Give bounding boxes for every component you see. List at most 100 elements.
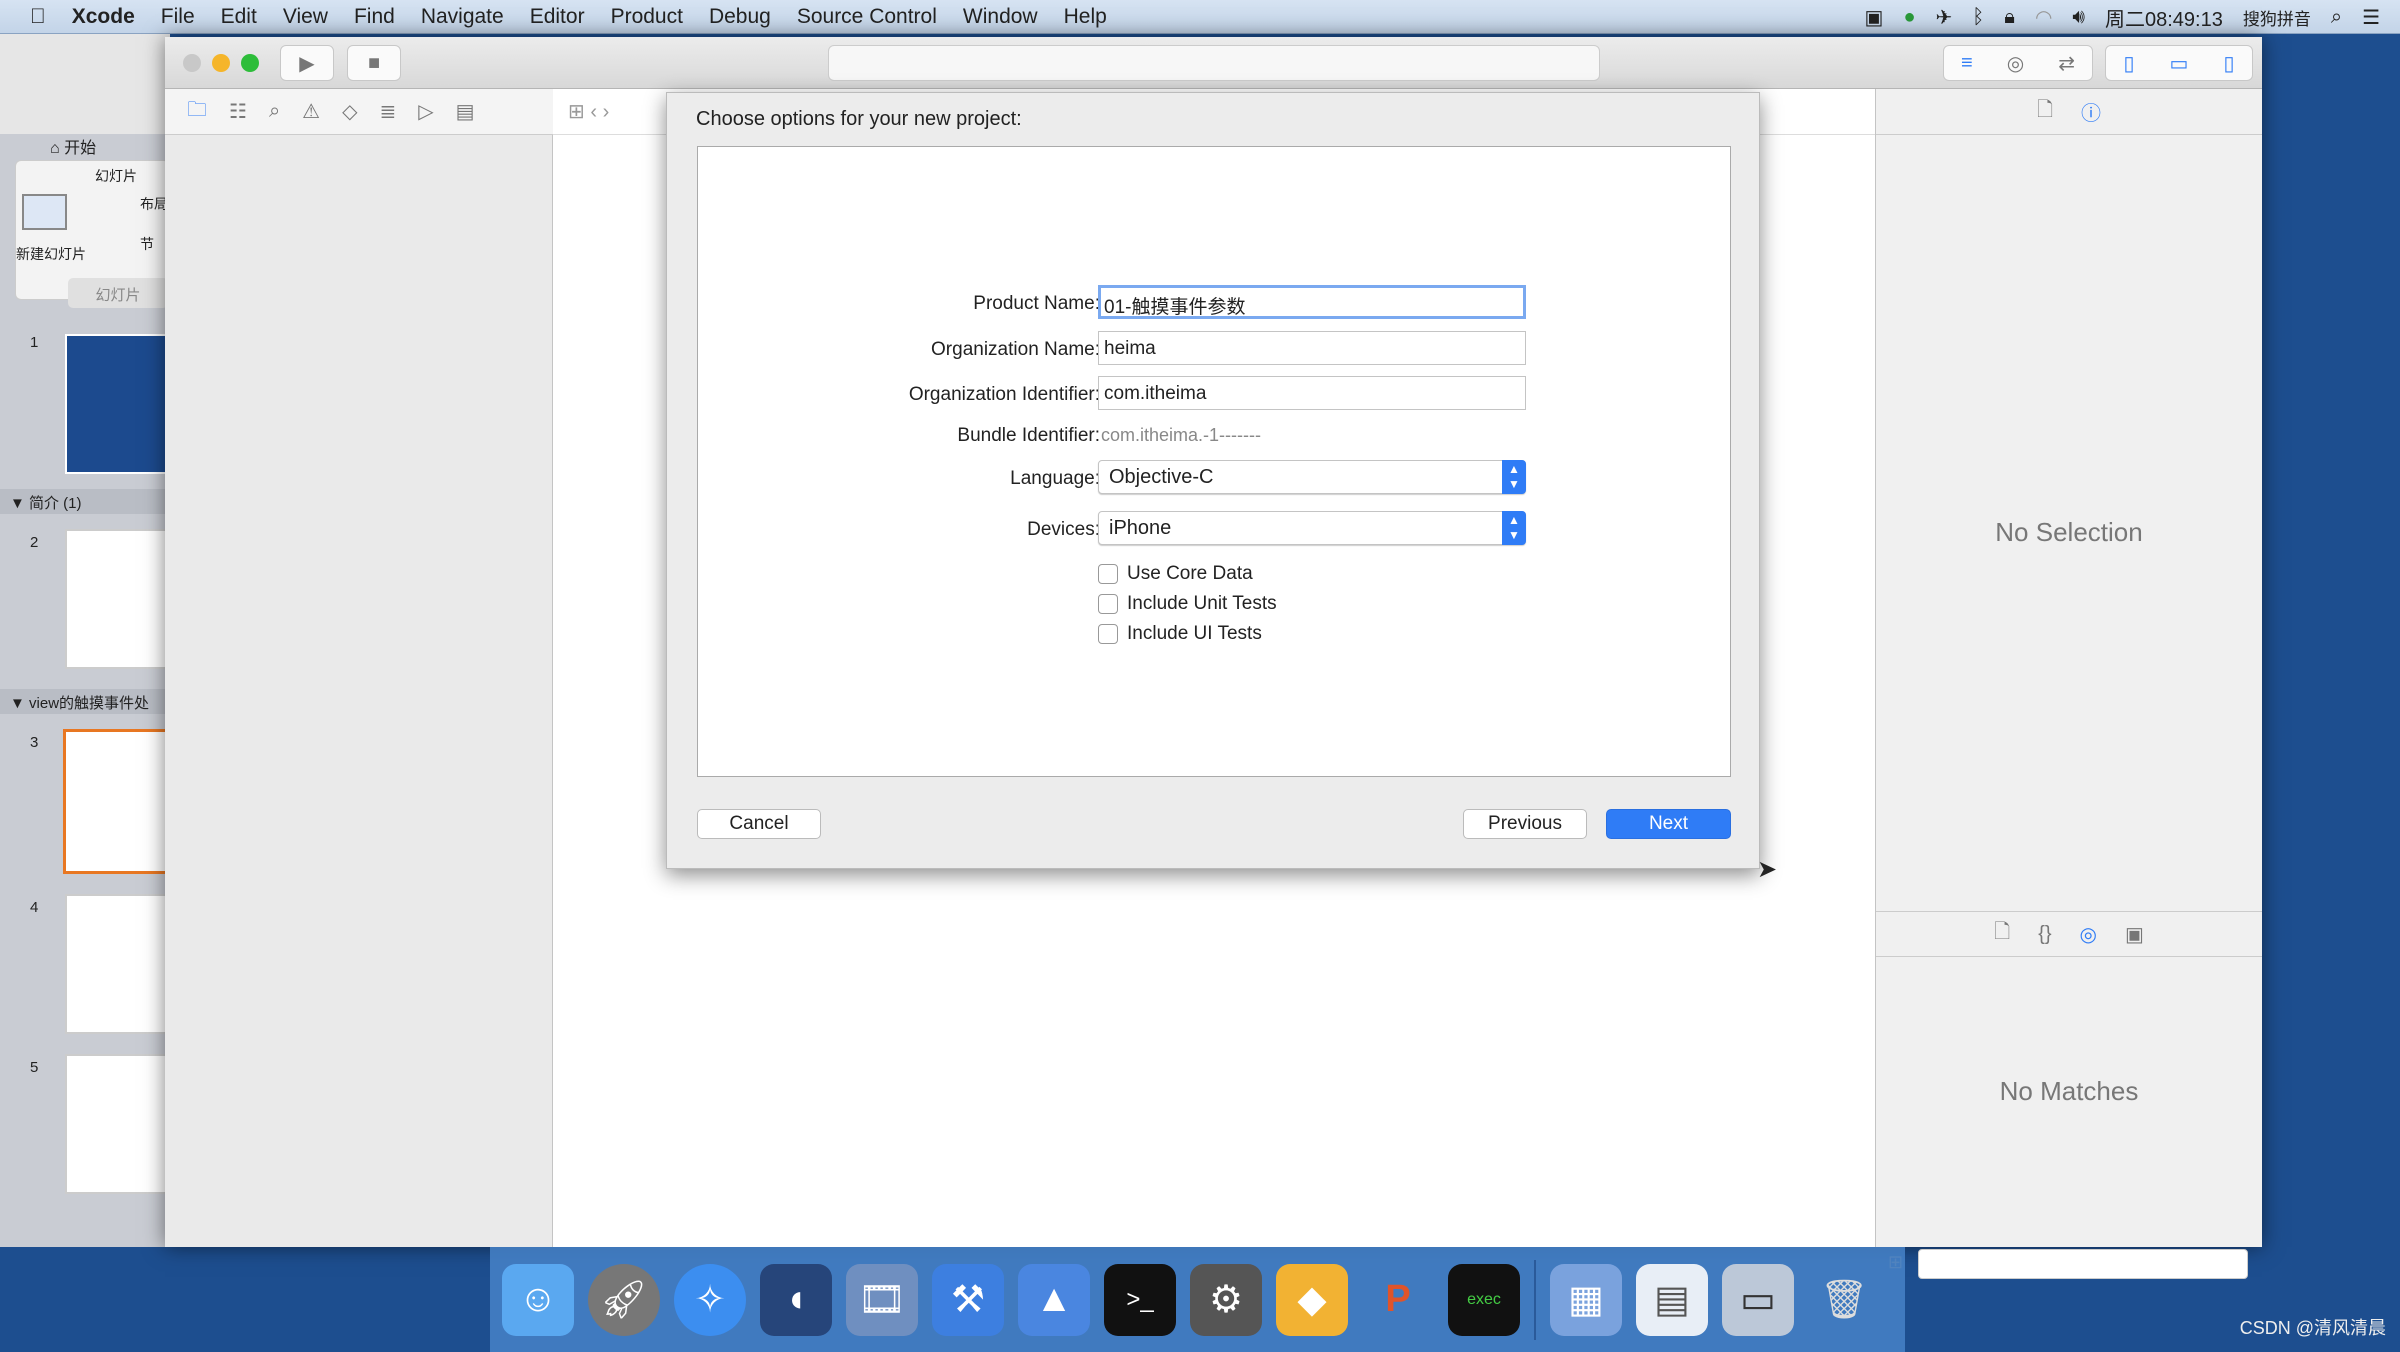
library-filter-input[interactable] bbox=[1918, 1249, 2248, 1279]
find-navigator-icon[interactable]: ⌕ bbox=[269, 100, 280, 123]
report-navigator-icon[interactable]: ▤ bbox=[456, 99, 475, 124]
menu-edit[interactable]: Edit bbox=[208, 5, 270, 29]
product-name-input[interactable]: 01-触摸事件参数 bbox=[1098, 285, 1526, 319]
screens-stack-icon[interactable]: ▭ bbox=[1722, 1263, 1794, 1336]
minimize-button[interactable] bbox=[212, 54, 230, 72]
slide-thumbnail-5[interactable] bbox=[65, 1054, 170, 1194]
wifi-icon[interactable]: ◠ bbox=[2035, 5, 2052, 30]
dock-separator bbox=[1534, 1259, 1536, 1340]
code-snippet-library-icon[interactable]: {} bbox=[2038, 923, 2051, 946]
test-navigator-icon[interactable]: ◇ bbox=[342, 99, 357, 124]
assistant-editor-icon[interactable]: ◎ bbox=[2007, 51, 2024, 76]
debug-area-toggle-icon[interactable]: ▭ bbox=[2170, 51, 2189, 76]
forward-icon[interactable]: › bbox=[603, 101, 610, 123]
section-header[interactable]: ▼ 简介 (1) bbox=[0, 489, 170, 514]
include-ui-tests-checkbox[interactable]: Include UI Tests bbox=[1098, 623, 1262, 645]
navigator-toggle-icon[interactable]: ▯ bbox=[2124, 51, 2135, 76]
debug-navigator-icon[interactable]: ≣ bbox=[379, 99, 396, 124]
ppt-tab-home[interactable]: ⌂ 开始 bbox=[50, 134, 96, 158]
slide-thumbnail-1[interactable] bbox=[65, 334, 170, 474]
next-button[interactable]: Next bbox=[1606, 809, 1731, 839]
quick-help-icon[interactable]: ⓘ bbox=[2081, 97, 2101, 126]
screen-record-icon[interactable]: ▣ bbox=[1865, 5, 1884, 30]
menu-window[interactable]: Window bbox=[950, 5, 1051, 29]
sketch-icon[interactable]: ◆ bbox=[1276, 1263, 1348, 1336]
xcode-icon[interactable]: ⚒ bbox=[932, 1263, 1004, 1336]
slide-number: 3 bbox=[30, 734, 39, 751]
language-select[interactable]: Objective-C ▲ ▼ bbox=[1098, 460, 1526, 494]
language-label: Language: bbox=[1010, 468, 1100, 489]
lock-icon[interactable]: 🔒︎ bbox=[2004, 6, 2015, 29]
org-name-input[interactable]: heima bbox=[1098, 331, 1526, 365]
editor-mode-control[interactable]: ≡ ◎ ⇄ bbox=[1943, 45, 2093, 81]
symbol-navigator-icon[interactable]: ☷ bbox=[229, 99, 247, 124]
file-inspector-icon[interactable]: 🗋︎ bbox=[2037, 95, 2053, 129]
apple-menu-icon[interactable]:  bbox=[0, 5, 59, 29]
media-library-icon[interactable]: ▣ bbox=[2125, 922, 2144, 947]
terminal-icon[interactable]: >_ bbox=[1104, 1263, 1176, 1336]
exec-icon[interactable]: exec bbox=[1448, 1263, 1520, 1336]
section-button[interactable]: 节 bbox=[140, 234, 154, 254]
instruments-icon[interactable]: ▲ bbox=[1018, 1263, 1090, 1336]
spotlight-icon[interactable]: ⌕ bbox=[2331, 6, 2342, 29]
menu-xcode[interactable]: Xcode bbox=[59, 5, 148, 29]
standard-editor-icon[interactable]: ≡ bbox=[1961, 52, 1973, 75]
launchpad-icon[interactable]: 🚀︎ bbox=[588, 1263, 660, 1336]
photo-booth-icon[interactable]: 🎞︎ bbox=[846, 1263, 918, 1336]
zoom-button[interactable] bbox=[241, 54, 259, 72]
finder-icon[interactable]: ☺ bbox=[502, 1263, 574, 1336]
related-items-icon[interactable]: ⊞ bbox=[568, 101, 585, 123]
utilities-toggle-icon[interactable]: ▯ bbox=[2223, 51, 2234, 76]
org-id-input[interactable]: com.itheima bbox=[1098, 376, 1526, 410]
documents-stack-icon[interactable]: ▤ bbox=[1636, 1263, 1708, 1336]
menu-debug[interactable]: Debug bbox=[696, 5, 784, 29]
system-preferences-icon[interactable]: ⚙ bbox=[1190, 1263, 1262, 1336]
ime-label[interactable]: 搜狗拼音 bbox=[2243, 5, 2311, 30]
project-navigator-icon[interactable]: 🗀︎ bbox=[187, 95, 207, 129]
menu-product[interactable]: Product bbox=[598, 5, 696, 29]
airplane-icon[interactable]: ✈ bbox=[1936, 5, 1953, 30]
notification-center-icon[interactable]: ☰ bbox=[2362, 5, 2380, 30]
run-button[interactable]: ▶ bbox=[280, 45, 334, 81]
stop-button[interactable]: ■ bbox=[347, 45, 401, 81]
breakpoint-navigator-icon[interactable]: ▷ bbox=[418, 99, 433, 124]
volume-icon[interactable]: 🔊︎ bbox=[2072, 6, 2085, 29]
trash-icon[interactable]: 🗑︎ bbox=[1808, 1264, 1880, 1336]
layout-button[interactable]: 布局 bbox=[140, 194, 168, 214]
clock[interactable]: 周二08:49:13 bbox=[2105, 3, 2223, 32]
cancel-button[interactable]: Cancel bbox=[697, 809, 821, 839]
previous-button[interactable]: Previous bbox=[1463, 809, 1587, 839]
app-status-icon[interactable]: ● bbox=[1903, 6, 1915, 29]
file-template-library-icon[interactable]: 🗋︎ bbox=[1994, 917, 2010, 951]
version-editor-icon[interactable]: ⇄ bbox=[2058, 51, 2075, 76]
menu-view[interactable]: View bbox=[270, 5, 341, 29]
slide-thumbnail-3[interactable] bbox=[63, 729, 170, 874]
issue-navigator-icon[interactable]: ⚠︎ bbox=[302, 99, 320, 124]
include-unit-tests-checkbox[interactable]: Include Unit Tests bbox=[1098, 593, 1277, 615]
menu-source-control[interactable]: Source Control bbox=[784, 5, 950, 29]
downloads-stack-icon[interactable]: ▦ bbox=[1550, 1263, 1622, 1336]
section-header[interactable]: ▼ view的触摸事件处 bbox=[0, 689, 170, 714]
utilities-panel: 🗋︎ ⓘ No Selection 🗋︎ {} ◎ ▣ No Matches ⊞ bbox=[1875, 89, 2262, 1279]
ppt-slides-tab[interactable]: 幻灯片 bbox=[68, 278, 168, 308]
menu-editor[interactable]: Editor bbox=[517, 5, 598, 29]
mouse-app-icon[interactable]: ◖ bbox=[760, 1263, 832, 1336]
slide-thumbnail-4[interactable] bbox=[65, 894, 170, 1034]
use-core-data-checkbox[interactable]: Use Core Data bbox=[1098, 563, 1253, 585]
close-button[interactable] bbox=[183, 54, 201, 72]
new-slide-button[interactable]: 新建幻灯片 bbox=[16, 244, 86, 264]
menu-file[interactable]: File bbox=[148, 5, 208, 29]
devices-label: Devices: bbox=[1027, 519, 1100, 540]
menu-find[interactable]: Find bbox=[341, 5, 408, 29]
back-icon[interactable]: ‹ bbox=[590, 101, 597, 123]
powerpoint-icon[interactable]: P bbox=[1362, 1264, 1434, 1336]
view-toggle-control[interactable]: ▯ ▭ ▯ bbox=[2105, 45, 2253, 81]
new-slide-icon[interactable] bbox=[22, 194, 67, 230]
menu-help[interactable]: Help bbox=[1051, 5, 1120, 29]
object-library-icon[interactable]: ◎ bbox=[2080, 922, 2097, 947]
safari-icon[interactable]: ✧ bbox=[674, 1263, 746, 1336]
menu-navigate[interactable]: Navigate bbox=[408, 5, 517, 29]
slide-thumbnail-2[interactable] bbox=[65, 529, 170, 669]
devices-select[interactable]: iPhone ▲ ▼ bbox=[1098, 511, 1526, 545]
bluetooth-icon[interactable]: ᛒ bbox=[1972, 6, 1984, 29]
